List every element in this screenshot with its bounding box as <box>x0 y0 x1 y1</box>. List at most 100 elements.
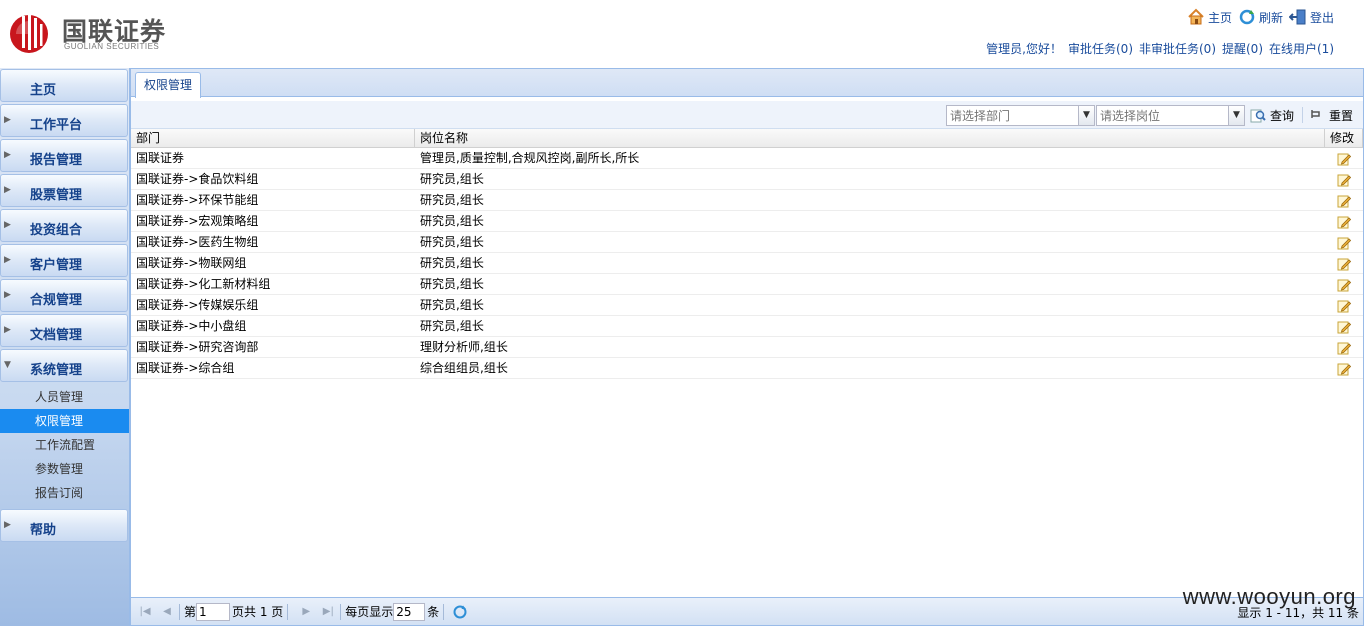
table-row[interactable]: 国联证券->中小盘组 研究员,组长 <box>131 316 1363 337</box>
user-greeting: 管理员,您好！ <box>986 42 1062 56</box>
column-header-position[interactable]: 岗位名称 <box>415 129 1325 148</box>
edit-button[interactable] <box>1325 253 1363 274</box>
edit-icon <box>1337 174 1351 186</box>
table-row[interactable]: 国联证券->食品饮料组 研究员,组长 <box>131 169 1363 190</box>
refresh-link[interactable]: 刷新 <box>1238 8 1283 26</box>
edit-button[interactable] <box>1325 190 1363 211</box>
chevron-right-icon: ▶ <box>4 290 11 300</box>
edit-button[interactable] <box>1325 316 1363 337</box>
cell-positions: 研究员,组长 <box>420 277 484 291</box>
reset-button-label: 重置 <box>1329 109 1354 123</box>
table-row[interactable]: 国联证券->环保节能组 研究员,组长 <box>131 190 1363 211</box>
page-size-input[interactable] <box>393 602 426 621</box>
cell-positions: 研究员,组长 <box>420 193 484 207</box>
first-page-icon[interactable]: |◀ <box>137 604 153 620</box>
approval-tasks-link[interactable]: 审批任务(0) <box>1068 40 1133 57</box>
non-approval-tasks-link[interactable]: 非审批任务(0) <box>1139 40 1216 57</box>
nav-compliance-management[interactable]: ▶ 合规管理 <box>0 279 128 312</box>
cell-department: 国联证券->环保节能组 <box>136 193 259 207</box>
cell-department: 国联证券->物联网组 <box>136 256 247 270</box>
cell-positions: 研究员,组长 <box>420 235 484 249</box>
edit-button[interactable] <box>1325 148 1363 169</box>
edit-icon <box>1337 279 1351 291</box>
page-number-input[interactable] <box>196 602 231 621</box>
table-row[interactable]: 国联证券->传媒娱乐组 研究员,组长 <box>131 295 1363 316</box>
nav-sub-parameter-management[interactable]: 参数管理 <box>0 457 129 481</box>
table-row[interactable]: 国联证券->宏观策略组 研究员,组长 <box>131 211 1363 232</box>
nav-stock-management[interactable]: ▶ 股票管理 <box>0 174 128 207</box>
table-row[interactable]: 国联证券->综合组 综合组组员,组长 <box>131 358 1363 379</box>
department-select[interactable]: ▼ <box>946 105 1095 126</box>
home-link[interactable]: 主页 <box>1187 8 1232 26</box>
table-row[interactable]: 国联证券->医药生物组 研究员,组长 <box>131 232 1363 253</box>
reminders-link[interactable]: 提醒(0) <box>1222 40 1263 57</box>
edit-button[interactable] <box>1325 358 1363 379</box>
logo-icon <box>10 12 48 53</box>
permission-grid: 部门 岗位名称 修改 国联证券 管理员,质量控制,合规风控岗,副所长,所长 国联证券… <box>131 129 1363 379</box>
nav-label: 投资组合 <box>30 223 83 238</box>
nav-document-management[interactable]: ▶ 文档管理 <box>0 314 128 347</box>
logout-link[interactable]: 登出 <box>1288 8 1334 26</box>
query-button-label: 查询 <box>1270 109 1295 123</box>
edit-icon <box>1337 363 1351 375</box>
cell-positions: 研究员,组长 <box>420 298 484 312</box>
chevron-down-icon[interactable]: ▼ <box>1228 106 1244 125</box>
table-row[interactable]: 国联证券->物联网组 研究员,组长 <box>131 253 1363 274</box>
refresh-link-label: 刷新 <box>1258 10 1283 25</box>
edit-button[interactable] <box>1325 337 1363 358</box>
nav-workbench[interactable]: ▶ 工作平台 <box>0 104 128 137</box>
nav-sub-permission-management[interactable]: 权限管理 <box>0 409 129 433</box>
cell-department: 国联证券 <box>136 151 185 165</box>
tab-permission-management[interactable]: 权限管理 <box>135 72 202 98</box>
next-page-icon[interactable]: ▶ <box>298 604 314 620</box>
refresh-icon[interactable] <box>452 604 468 620</box>
table-row[interactable]: 国联证券->化工新材料组 研究员,组长 <box>131 274 1363 295</box>
top-links: 主页 刷新 登出 <box>1187 8 1334 26</box>
query-button[interactable]: 查询 <box>1250 107 1294 124</box>
prev-page-icon[interactable]: ◀ <box>159 604 175 620</box>
column-header-department[interactable]: 部门 <box>131 129 415 148</box>
department-input[interactable] <box>947 106 1094 125</box>
nav-customer-management[interactable]: ▶ 客户管理 <box>0 244 128 277</box>
edit-icon <box>1337 153 1351 165</box>
chevron-right-icon: ▶ <box>4 115 11 125</box>
cell-department: 国联证券->宏观策略组 <box>136 214 259 228</box>
page-prefix: 第 <box>184 605 197 619</box>
table-row[interactable]: 国联证券 管理员,质量控制,合规风控岗,副所长,所长 <box>131 148 1363 169</box>
edit-button[interactable] <box>1325 295 1363 316</box>
chevron-down-icon[interactable]: ▼ <box>1078 106 1094 125</box>
nav-report-management[interactable]: ▶ 报告管理 <box>0 139 128 172</box>
logout-link-label: 登出 <box>1309 10 1334 25</box>
nav-sub-user-management[interactable]: 人员管理 <box>0 385 129 409</box>
edit-button[interactable] <box>1325 232 1363 253</box>
nav-sub-workflow-config[interactable]: 工作流配置 <box>0 433 129 457</box>
edit-button[interactable] <box>1325 211 1363 232</box>
toolbar: ▼ ▼ 查询 重置 <box>131 101 1363 129</box>
brand-name-en: GUOLIAN SECURITIES <box>64 42 160 51</box>
pager-divider <box>340 603 342 620</box>
nav-label: 主页 <box>30 83 57 98</box>
cell-department: 国联证券->食品饮料组 <box>136 172 259 186</box>
nav-system-management[interactable]: ▼ 系统管理 <box>0 349 128 382</box>
column-header-edit[interactable]: 修改 <box>1325 129 1363 148</box>
nav-portfolio[interactable]: ▶ 投资组合 <box>0 209 128 242</box>
main-panel: 权限管理 ▼ ▼ 查询 重置 部门 岗位名称 <box>130 68 1364 626</box>
cell-positions: 研究员,组长 <box>420 319 484 333</box>
last-page-icon[interactable]: ▶| <box>320 604 336 620</box>
edit-button[interactable] <box>1325 274 1363 295</box>
edit-button[interactable] <box>1325 169 1363 190</box>
online-users-link[interactable]: 在线用户(1) <box>1269 40 1334 57</box>
table-row[interactable]: 国联证券->研究咨询部 理财分析师,组长 <box>131 337 1363 358</box>
toolbar-divider <box>1302 107 1303 123</box>
nav-label: 合规管理 <box>30 293 83 308</box>
sidebar: 主页 ▶ 工作平台 ▶ 报告管理 ▶ 股票管理 ▶ 投资组合 ▶ 客户管理 ▶ … <box>0 68 130 626</box>
reset-button[interactable]: 重置 <box>1309 107 1353 124</box>
position-select[interactable]: ▼ <box>1096 105 1245 126</box>
edit-icon <box>1337 195 1351 207</box>
nav-help[interactable]: ▶ 帮助 <box>0 509 128 542</box>
nav-sub-report-subscription[interactable]: 报告订阅 <box>0 481 129 505</box>
position-input[interactable] <box>1097 106 1244 125</box>
nav-home[interactable]: 主页 <box>0 69 128 102</box>
edit-icon <box>1337 216 1351 228</box>
cell-department: 国联证券->医药生物组 <box>136 235 259 249</box>
